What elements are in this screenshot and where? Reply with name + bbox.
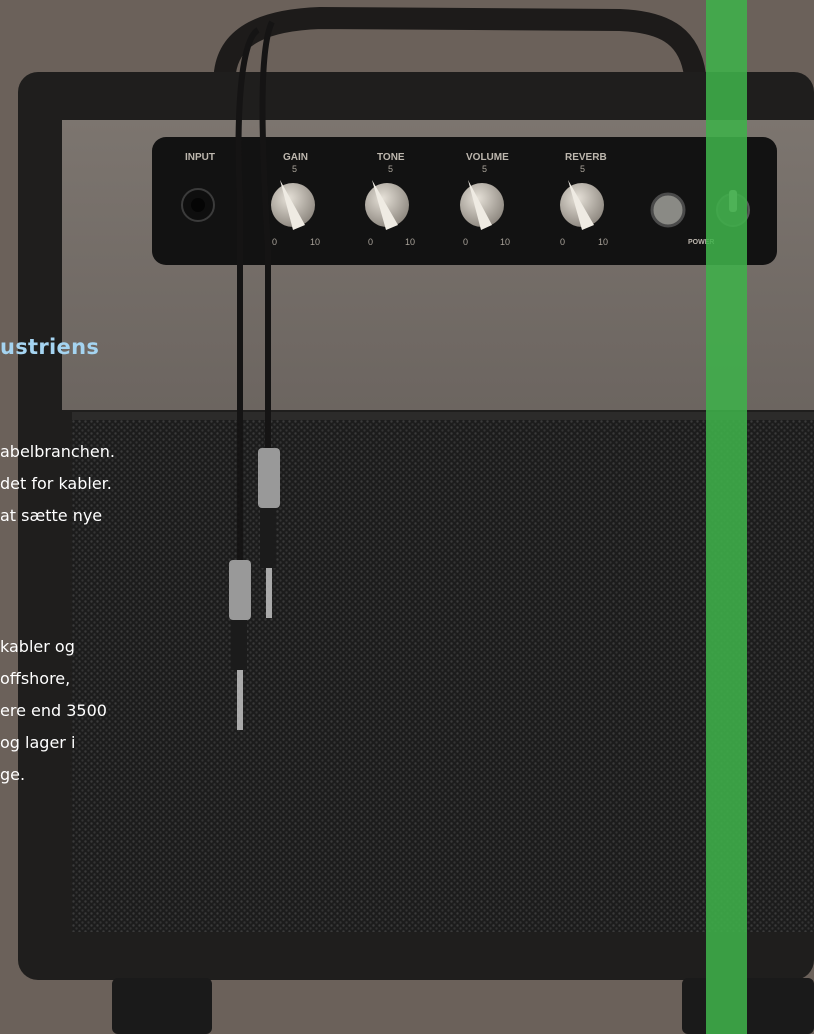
label-input: INPUT: [185, 152, 215, 163]
intro-paragraph: abelbranchen. det for kabler. at sætte n…: [0, 436, 115, 532]
volume-scale-0: 0: [463, 237, 468, 247]
details-line: ge.: [0, 765, 26, 784]
details-paragraph: kabler og offshore, ere end 3500 og lage…: [0, 631, 107, 791]
section-heading: ustriens: [0, 335, 100, 359]
label-gain: GAIN: [283, 152, 308, 163]
tone-scale-10: 10: [405, 237, 415, 247]
reverb-scale-5: 5: [580, 164, 585, 174]
tone-scale-5: 5: [388, 164, 393, 174]
gain-scale-5: 5: [292, 164, 297, 174]
intro-line: det for kabler.: [0, 474, 112, 493]
intro-line: at sætte nye: [0, 506, 103, 525]
details-line: offshore,: [0, 669, 71, 688]
reverb-scale-10: 10: [598, 237, 608, 247]
amp-foot: [682, 978, 814, 1034]
volume-scale-5: 5: [482, 164, 487, 174]
amp-foot: [112, 978, 212, 1034]
details-line: kabler og: [0, 637, 75, 656]
reverb-scale-0: 0: [560, 237, 565, 247]
amplifier-photo: INPUT GAIN TONE VOLUME REVERB POWER 0 5 …: [0, 0, 814, 1034]
power-lamp: [650, 192, 686, 228]
volume-scale-10: 10: [500, 237, 510, 247]
details-line: ere end 3500: [0, 701, 107, 720]
tone-scale-0: 0: [368, 237, 373, 247]
gain-scale-0: 0: [272, 237, 277, 247]
intro-line: abelbranchen.: [0, 442, 115, 461]
green-accent-stripe: [706, 0, 747, 1034]
speaker-grill: [72, 412, 814, 932]
label-reverb: REVERB: [565, 152, 607, 163]
label-volume: VOLUME: [466, 152, 509, 163]
details-line: og lager i: [0, 733, 76, 752]
gain-scale-10: 10: [310, 237, 320, 247]
label-tone: TONE: [377, 152, 405, 163]
